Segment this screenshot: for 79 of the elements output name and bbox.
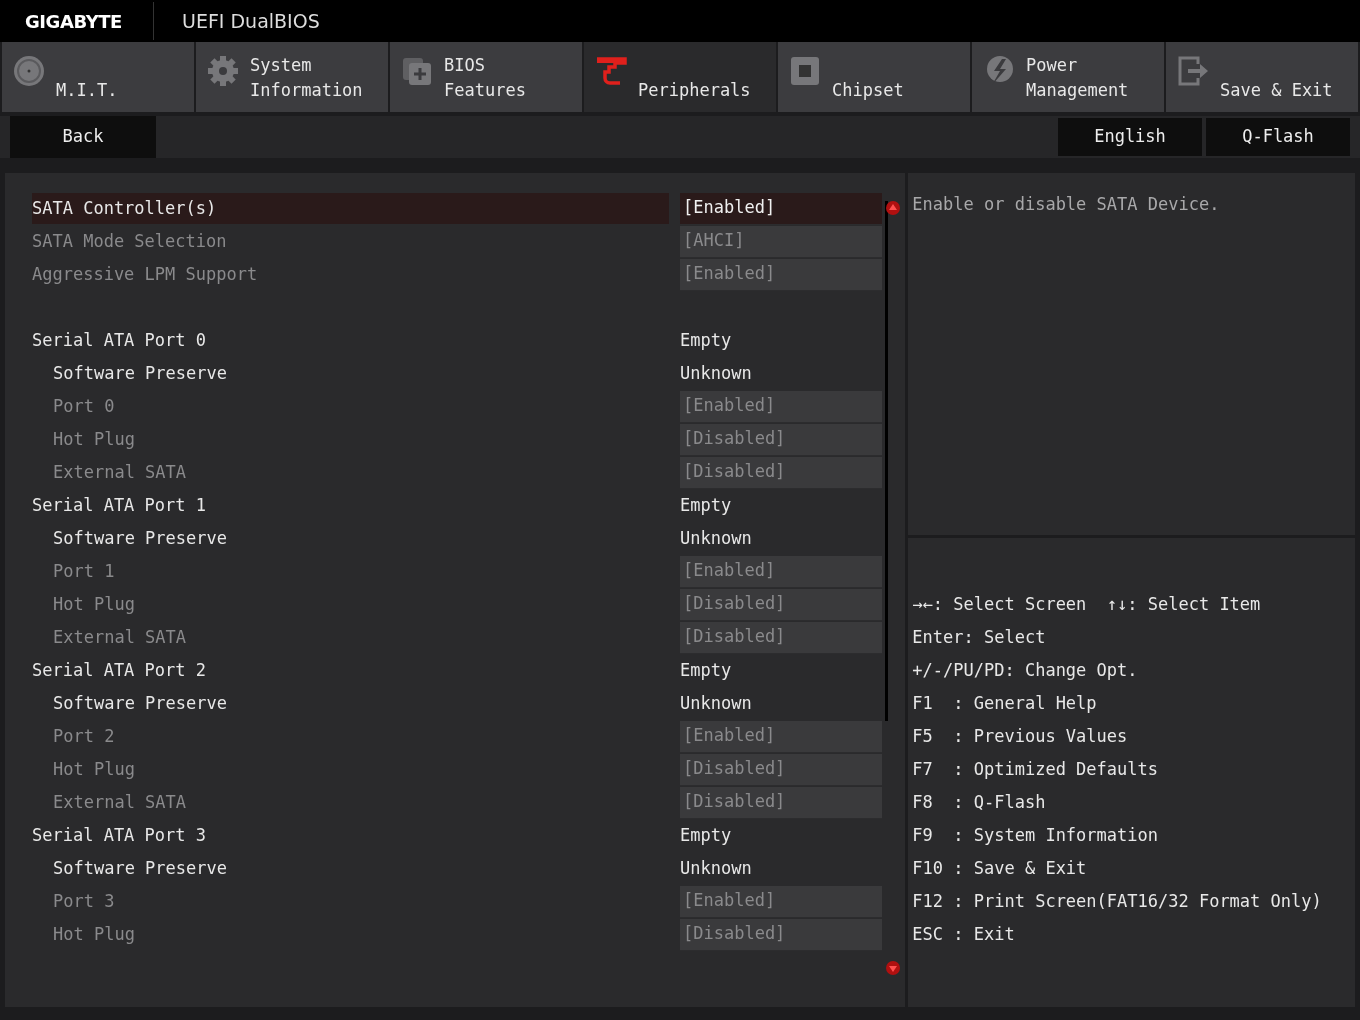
- key-hint: F10 : Save & Exit: [912, 857, 1088, 880]
- setting-label: Hot Plug: [53, 592, 135, 616]
- chip-board-icon: [788, 54, 822, 88]
- help-text: Enable or disable SATA Device.: [912, 194, 1220, 214]
- setting-row[interactable]: SATA Controller(s): [32, 193, 669, 224]
- setting-label: Port 1: [53, 559, 115, 583]
- scrollbar[interactable]: [885, 201, 888, 721]
- setting-value: Unknown: [680, 361, 752, 385]
- setting-label: External SATA: [53, 790, 187, 814]
- setting-row[interactable]: Software Preserve: [32, 523, 669, 554]
- key-hint: F7 : Optimized Defaults: [912, 758, 1159, 781]
- setting-value: Unknown: [680, 526, 752, 550]
- key-hint: F8 : Q-Flash: [912, 791, 1047, 814]
- key-hint: F1 : General Help: [912, 692, 1098, 715]
- nav-tab[interactable]: M.I.T.: [2, 42, 194, 112]
- setting-value: Empty: [680, 658, 732, 682]
- key-hint: Enter: Select: [912, 626, 1047, 649]
- setting-label: Serial ATA Port 1: [32, 493, 206, 517]
- scroll-up-icon[interactable]: [886, 201, 900, 215]
- tab-label: Chipset: [832, 79, 904, 102]
- tab-label: System Information: [250, 55, 363, 102]
- key-hint: F5 : Previous Values: [912, 725, 1129, 748]
- key-hint: →←: Select Screen ↑↓: Select Item: [912, 593, 1262, 616]
- key-hint: F12 : Print Screen(FAT16/32 Format Only): [912, 890, 1323, 913]
- setting-label: Hot Plug: [53, 427, 135, 451]
- setting-label: SATA Controller(s): [32, 196, 217, 220]
- setting-value: Empty: [680, 823, 732, 847]
- setting-label: External SATA: [53, 460, 187, 484]
- back-button[interactable]: Back: [10, 116, 156, 158]
- setting-label: Software Preserve: [53, 361, 227, 385]
- key-hint: ESC : Exit: [912, 923, 1016, 946]
- setting-label: Port 3: [53, 889, 115, 913]
- setting-label: Software Preserve: [53, 856, 227, 880]
- nav-tab[interactable]: System Information: [196, 42, 388, 112]
- setting-row[interactable]: Serial ATA Port 2: [32, 655, 669, 686]
- setting-row[interactable]: Serial ATA Port 3: [32, 820, 669, 851]
- tab-label: Save & Exit: [1220, 79, 1333, 102]
- setting-label: Serial ATA Port 3: [32, 823, 206, 847]
- brand-logo: GIGABYTE: [25, 9, 123, 34]
- setting-row[interactable]: Software Preserve: [32, 853, 669, 884]
- dial-icon: [12, 54, 46, 88]
- setting-value: Unknown: [680, 691, 752, 715]
- setting-row[interactable]: Serial ATA Port 1: [32, 490, 669, 521]
- tab-label: M.I.T.: [56, 79, 118, 102]
- gear-icon: [206, 54, 240, 88]
- tab-label: Power Management: [1026, 55, 1129, 102]
- setting-row[interactable]: Software Preserve: [32, 688, 669, 719]
- setting-row[interactable]: Software Preserve: [32, 358, 669, 389]
- nav-tab[interactable]: Chipset: [778, 42, 970, 112]
- toolbar-button[interactable]: English: [1058, 118, 1202, 156]
- nav-tab[interactable]: Peripherals: [584, 42, 776, 112]
- plug-icon: [594, 54, 628, 88]
- setting-value[interactable]: [Enabled]: [680, 192, 882, 225]
- setting-label: Serial ATA Port 2: [32, 658, 206, 682]
- setting-label: Port 0: [53, 394, 115, 418]
- setting-label: SATA Mode Selection: [32, 229, 227, 253]
- key-hint: +/-/PU/PD: Change Opt.: [912, 659, 1139, 682]
- scroll-down-icon[interactable]: [886, 961, 900, 975]
- exit-icon: [1176, 54, 1210, 88]
- setting-label: Hot Plug: [53, 757, 135, 781]
- setting-label: Hot Plug: [53, 922, 135, 946]
- tab-label: Peripherals: [638, 79, 751, 102]
- setting-value: Unknown: [680, 856, 752, 880]
- nav-tab[interactable]: Power Management: [972, 42, 1164, 112]
- toolbar-button[interactable]: Q-Flash: [1206, 118, 1350, 156]
- setting-label: External SATA: [53, 625, 187, 649]
- key-hint: F9 : System Information: [912, 824, 1159, 847]
- nav-tab[interactable]: Save & Exit: [1166, 42, 1358, 112]
- setting-label: Software Preserve: [53, 526, 227, 550]
- setting-value: Empty: [680, 493, 732, 517]
- setting-label: Aggressive LPM Support: [32, 262, 258, 286]
- nav-tab[interactable]: BIOS Features: [390, 42, 582, 112]
- window-title: UEFI DualBIOS: [182, 8, 320, 34]
- tab-label: BIOS Features: [444, 55, 526, 102]
- setting-label: Software Preserve: [53, 691, 227, 715]
- setting-row[interactable]: Serial ATA Port 0: [32, 325, 669, 356]
- setting-value: Empty: [680, 328, 732, 352]
- setting-label: Serial ATA Port 0: [32, 328, 206, 352]
- setting-label: Port 2: [53, 724, 115, 748]
